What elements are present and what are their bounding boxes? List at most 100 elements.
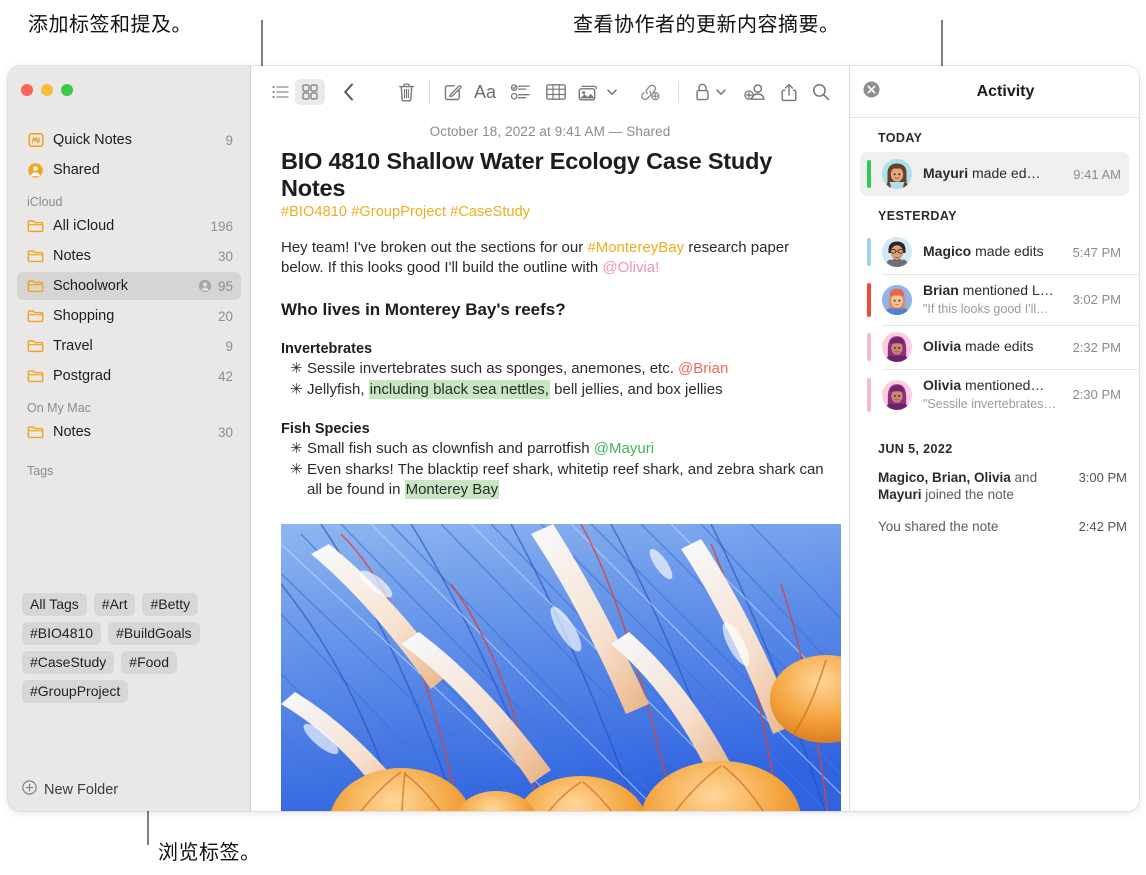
intro-mention-olivia[interactable]: @Olivia! [602, 259, 659, 276]
activity-time: 2:32 PM [1072, 339, 1121, 355]
toolbar-divider [429, 81, 430, 103]
activity-shared-text: You shared the note [878, 519, 999, 535]
activity-item-mayuri-edits[interactable]: Mayuri made ed… 9:41 AM [860, 152, 1129, 196]
minimize-button[interactable] [41, 84, 53, 96]
activity-group-label-jun5: JUN 5, 2022 [878, 441, 953, 456]
activity-title: Activity [976, 82, 1035, 100]
format-aa-icon[interactable]: Aa [468, 79, 502, 105]
note-content[interactable]: October 18, 2022 at 9:41 AM — Shared BIO… [251, 118, 849, 811]
search-icon[interactable] [805, 79, 837, 105]
sidebar-item-travel[interactable]: Travel 9 [17, 332, 241, 360]
activity-person-name: Olivia [923, 338, 962, 354]
tag-buildgoals[interactable]: #BuildGoals [108, 622, 200, 645]
sidebar-list: Quick Notes 9 Shared iCloud All iCloud 1… [8, 124, 250, 481]
joined-mid: and [1010, 469, 1038, 485]
note-subheading-fish-species: Fish Species [281, 420, 370, 437]
activity-text: Brian mentioned L… "If this looks good I… [923, 282, 1065, 318]
activity-quote: "Sessile invertebrates… [923, 396, 1056, 411]
sidebar-item-notes-local[interactable]: Notes 30 [17, 418, 241, 446]
activity-line: Olivia made edits [923, 338, 1034, 354]
activity-color-bar [867, 377, 871, 412]
table-icon[interactable] [538, 79, 574, 105]
chevron-down-icon[interactable] [604, 79, 620, 105]
asterisk-bullet-icon: ✳ [290, 460, 303, 478]
sidebar-section-header-on-my-mac: On My Mac [27, 401, 91, 415]
activity-time: 9:41 AM [1073, 166, 1121, 182]
activity-person-name: Magico [923, 243, 972, 259]
activity-item-olivia-mention[interactable]: Olivia mentioned… "Sessile invertebrates… [860, 370, 1129, 420]
tag-groupproject[interactable]: #GroupProject [22, 680, 129, 703]
mention-mayuri[interactable]: @Mayuri [594, 440, 654, 457]
close-icon[interactable] [862, 80, 881, 104]
link-add-icon[interactable] [630, 79, 668, 105]
mention-brian[interactable]: @Brian [678, 360, 728, 377]
new-folder-button[interactable]: New Folder [22, 780, 118, 799]
avatar [882, 284, 912, 315]
activity-item-brian-mention[interactable]: Brian mentioned L… "If this looks good I… [860, 275, 1129, 325]
activity-time: 2:42 PM [1078, 519, 1127, 535]
avatar [882, 159, 912, 189]
activity-item-olivia-edits[interactable]: Olivia made edits 2:32 PM [860, 325, 1129, 369]
avatar [882, 332, 912, 362]
list-view-icon[interactable] [265, 79, 295, 105]
activity-list[interactable]: TODAY Mayuri made ed… 9:41 AM YESTERDAY [850, 118, 1139, 811]
folder-icon [26, 249, 45, 263]
folder-shared-icon [198, 279, 212, 293]
sidebar-item-label: Quick Notes [53, 132, 132, 148]
tag-food[interactable]: #Food [121, 651, 177, 674]
sidebar-item-shared[interactable]: Shared [17, 156, 241, 184]
new-folder-label: New Folder [44, 781, 119, 798]
sidebar-item-label: Shared [53, 162, 100, 178]
tag-bio4810[interactable]: #BIO4810 [22, 622, 102, 645]
sidebar-item-shopping[interactable]: Shopping 20 [17, 302, 241, 330]
callout-bottom: 浏览标签。 [158, 840, 261, 864]
chevron-down-icon-lock[interactable] [713, 79, 729, 105]
folder-icon [26, 425, 45, 439]
sidebar-item-notes-icloud[interactable]: Notes 30 [17, 242, 241, 270]
jellyfish-photo[interactable] [281, 523, 841, 811]
asterisk-bullet-icon: ✳ [290, 359, 303, 377]
tag-betty[interactable]: #Betty [142, 593, 199, 616]
sidebar-item-label: Notes [53, 248, 91, 264]
activity-header: Activity [850, 66, 1139, 118]
maximize-button[interactable] [61, 84, 73, 96]
activity-text: Mayuri made ed… [923, 165, 1065, 183]
list-item: ✳ Sessile invertebrates such as sponges, … [281, 359, 829, 379]
activity-quote: "If this looks good I'll… [923, 301, 1049, 316]
bullet-text: Small fish such as clownfish and parrotf… [307, 439, 594, 457]
sidebar-item-label: Shopping [53, 308, 115, 324]
activity-action: made edits [961, 338, 1034, 354]
gallery-view-icon[interactable] [295, 79, 325, 105]
note-title: BIO 4810 Shallow Water Ecology Case Stud… [281, 148, 773, 201]
tag-all-tags[interactable]: All Tags [22, 593, 87, 616]
compose-icon[interactable] [438, 79, 468, 105]
sidebar-item-schoolwork[interactable]: Schoolwork 95 [17, 272, 241, 300]
tag-art[interactable]: #Art [93, 593, 136, 616]
window-controls[interactable] [21, 84, 73, 96]
activity-item-magico-edits[interactable]: Magico made edits 5:47 PM [860, 230, 1129, 274]
activity-time: 3:02 PM [1072, 292, 1121, 307]
bullet-text: Sessile invertebrates such as sponges, a… [307, 359, 679, 377]
bullet-list-fish-species: ✳ Small fish such as clownfish and parrot… [281, 439, 829, 500]
format-aa-label: Aa [473, 81, 497, 102]
activity-color-bar [867, 333, 871, 361]
share-icon[interactable] [773, 79, 805, 105]
asterisk-bullet-icon: ✳ [290, 439, 303, 457]
tag-casestudy[interactable]: #CaseStudy [22, 651, 115, 674]
add-person-icon[interactable] [737, 79, 773, 105]
sidebar-item-count: 9 [225, 338, 233, 354]
sidebar-item-all-icloud[interactable]: All iCloud 196 [17, 212, 241, 240]
activity-color-bar [867, 160, 871, 188]
intro-hashtag[interactable]: #MontereyBay [587, 239, 684, 256]
trash-icon[interactable] [391, 79, 421, 105]
sidebar-item-postgrad[interactable]: Postgrad 42 [17, 362, 241, 390]
back-chevron-icon[interactable] [334, 79, 364, 105]
close-button[interactable] [21, 84, 33, 96]
joined-names: Magico, Brian, Olivia [878, 469, 1011, 485]
activity-group-label-today: TODAY [878, 131, 923, 145]
sidebar-item-quick-notes[interactable]: Quick Notes 9 [17, 126, 241, 154]
media-icon[interactable] [574, 79, 604, 105]
lock-icon[interactable] [691, 79, 713, 105]
note-subheading-invertebrates: Invertebrates [281, 340, 373, 357]
checklist-icon[interactable] [502, 79, 538, 105]
